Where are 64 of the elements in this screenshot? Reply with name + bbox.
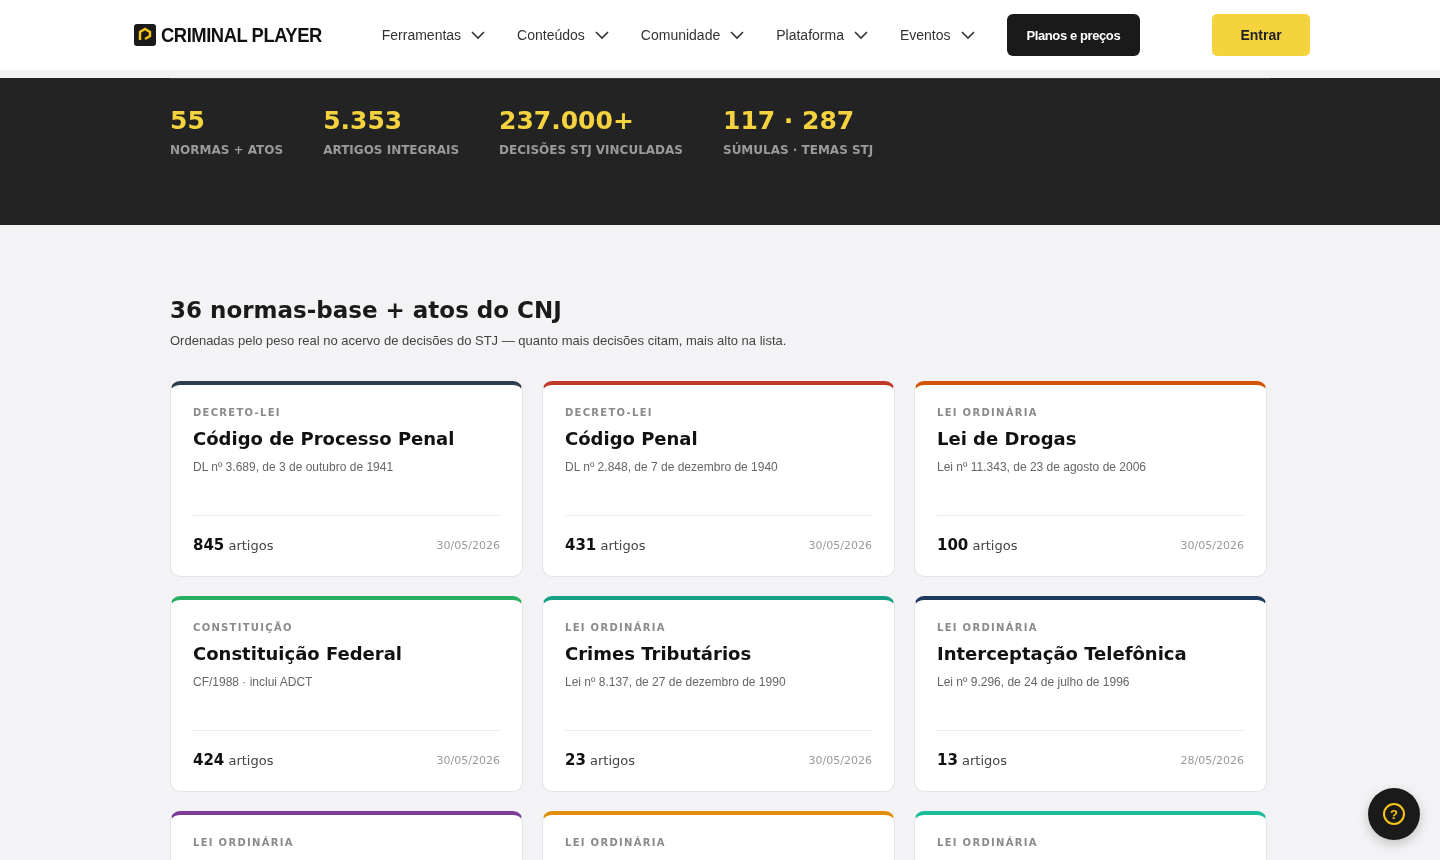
stat-label: ARTIGOS INTEGRAIS bbox=[323, 143, 460, 157]
law-type: LEI ORDINÁRIA bbox=[937, 622, 1039, 633]
update-date: 30/05/2026 bbox=[436, 538, 500, 552]
law-reference: Lei nº 9.296, de 24 de julho de 1996 bbox=[937, 675, 1131, 689]
law-title: Interceptação Telefônica bbox=[937, 643, 1188, 664]
section-subtitle: Ordenadas pelo peso real no acervo de decisões do STJ — quanto mais decisões citam, mais alto na lista. bbox=[170, 333, 788, 348]
law-reference: DL nº 3.689, de 3 de outubro de 1941 bbox=[193, 460, 395, 474]
law-card[interactable]: DECRETO-LEI Código Penal DL nº 2.848, de 7 de dezembro de 1940 431 artigos 30/05/2026 bbox=[542, 381, 895, 577]
law-card[interactable]: LEI ORDINÁRIA Lei de Drogas Lei nº 11.343, de 23 de agosto de 2006 100 artigos 30/05/2026 bbox=[914, 381, 1267, 577]
help-button[interactable]: ? bbox=[1368, 788, 1420, 840]
chevron-down-icon bbox=[471, 30, 486, 40]
nav-menu-item[interactable]: Comunidade bbox=[624, 27, 761, 43]
law-title: Constituição Federal bbox=[193, 643, 403, 664]
article-count: 13 artigos bbox=[937, 751, 1007, 769]
article-count: 845 artigos bbox=[193, 536, 274, 554]
article-count: 100 artigos bbox=[937, 536, 1018, 554]
logo-icon bbox=[134, 24, 156, 46]
law-type: LEI ORDINÁRIA bbox=[937, 407, 1039, 418]
article-count: 431 artigos bbox=[565, 536, 646, 554]
stat-label: DECISÕES STJ VINCULADAS bbox=[499, 143, 683, 157]
update-date: 30/05/2026 bbox=[808, 538, 872, 552]
law-type: LEI ORDINÁRIA bbox=[565, 622, 667, 633]
law-title: Crimes Tributários bbox=[565, 643, 753, 664]
law-type: LEI ORDINÁRIA bbox=[937, 837, 1039, 848]
law-card[interactable]: DECRETO-LEI Código de Processo Penal DL nº 3.689, de 3 de outubro de 1941 845 artigos 30/05/2026 bbox=[170, 381, 523, 577]
plans-button[interactable]: Planos e preços bbox=[1006, 14, 1141, 56]
nav-menu-item[interactable]: Plataforma bbox=[760, 27, 884, 43]
law-type: DECRETO-LEI bbox=[565, 407, 654, 418]
nav-menu-item[interactable]: Eventos bbox=[883, 27, 991, 43]
law-card[interactable]: LEI ORDINÁRIA Crimes Tributários Lei nº 8.137, de 27 de dezembro de 1990 23 artigos 30/05/2026 bbox=[542, 596, 895, 792]
law-type: CONSTITUIÇÃO bbox=[193, 622, 294, 633]
article-count: 23 artigos bbox=[565, 751, 635, 769]
article-count: 424 artigos bbox=[193, 751, 274, 769]
update-date: 30/05/2026 bbox=[808, 753, 872, 767]
law-reference: DL nº 2.848, de 7 de dezembro de 1940 bbox=[565, 460, 779, 474]
update-date: 30/05/2026 bbox=[436, 753, 500, 767]
law-type: LEI ORDINÁRIA bbox=[193, 837, 295, 848]
law-card[interactable]: CONSTITUIÇÃO Constituição Federal CF/1988 · inclui ADCT 424 artigos 30/05/2026 bbox=[170, 596, 523, 792]
stat-label: NORMAS + ATOS bbox=[170, 143, 284, 157]
login-button[interactable]: Entrar bbox=[1212, 14, 1310, 56]
law-card[interactable]: LEI ORDINÁRIA Interceptação Telefônica Lei nº 9.296, de 24 de julho de 1996 13 artigos 28/05/2026 bbox=[914, 596, 1267, 792]
law-reference: Lei nº 8.137, de 27 de dezembro de 1990 bbox=[565, 675, 787, 689]
update-date: 30/05/2026 bbox=[1180, 538, 1244, 552]
stat-value: 55 bbox=[170, 107, 206, 135]
stat-label: SÚMULAS · TEMAS STJ bbox=[723, 143, 874, 157]
law-type: DECRETO-LEI bbox=[193, 407, 282, 418]
chevron-down-icon bbox=[594, 30, 609, 40]
law-title: Lei de Drogas bbox=[937, 428, 1078, 449]
chevron-down-icon bbox=[960, 30, 975, 40]
update-date: 28/05/2026 bbox=[1180, 753, 1244, 767]
nav-menu-item[interactable]: Conteúdos bbox=[501, 27, 625, 43]
stat-value: 117 · 287 bbox=[723, 107, 856, 135]
law-reference: CF/1988 · inclui ADCT bbox=[193, 675, 314, 689]
stat-value: 5.353 bbox=[323, 107, 404, 135]
law-type: LEI ORDINÁRIA bbox=[565, 837, 667, 848]
section-title: 36 normas-base + atos do CNJ bbox=[170, 297, 563, 323]
stat-value: 237.000+ bbox=[499, 107, 635, 135]
chevron-down-icon bbox=[853, 30, 868, 40]
law-title: Código Penal bbox=[565, 428, 699, 449]
law-reference: Lei nº 11.343, de 23 de agosto de 2006 bbox=[937, 460, 1147, 474]
logo-wordmark[interactable]: CRIMINAL PLAYER bbox=[161, 23, 322, 47]
law-title: Código de Processo Penal bbox=[193, 428, 456, 449]
chevron-down-icon bbox=[730, 30, 745, 40]
nav-menu-item[interactable]: Ferramentas bbox=[365, 27, 502, 43]
